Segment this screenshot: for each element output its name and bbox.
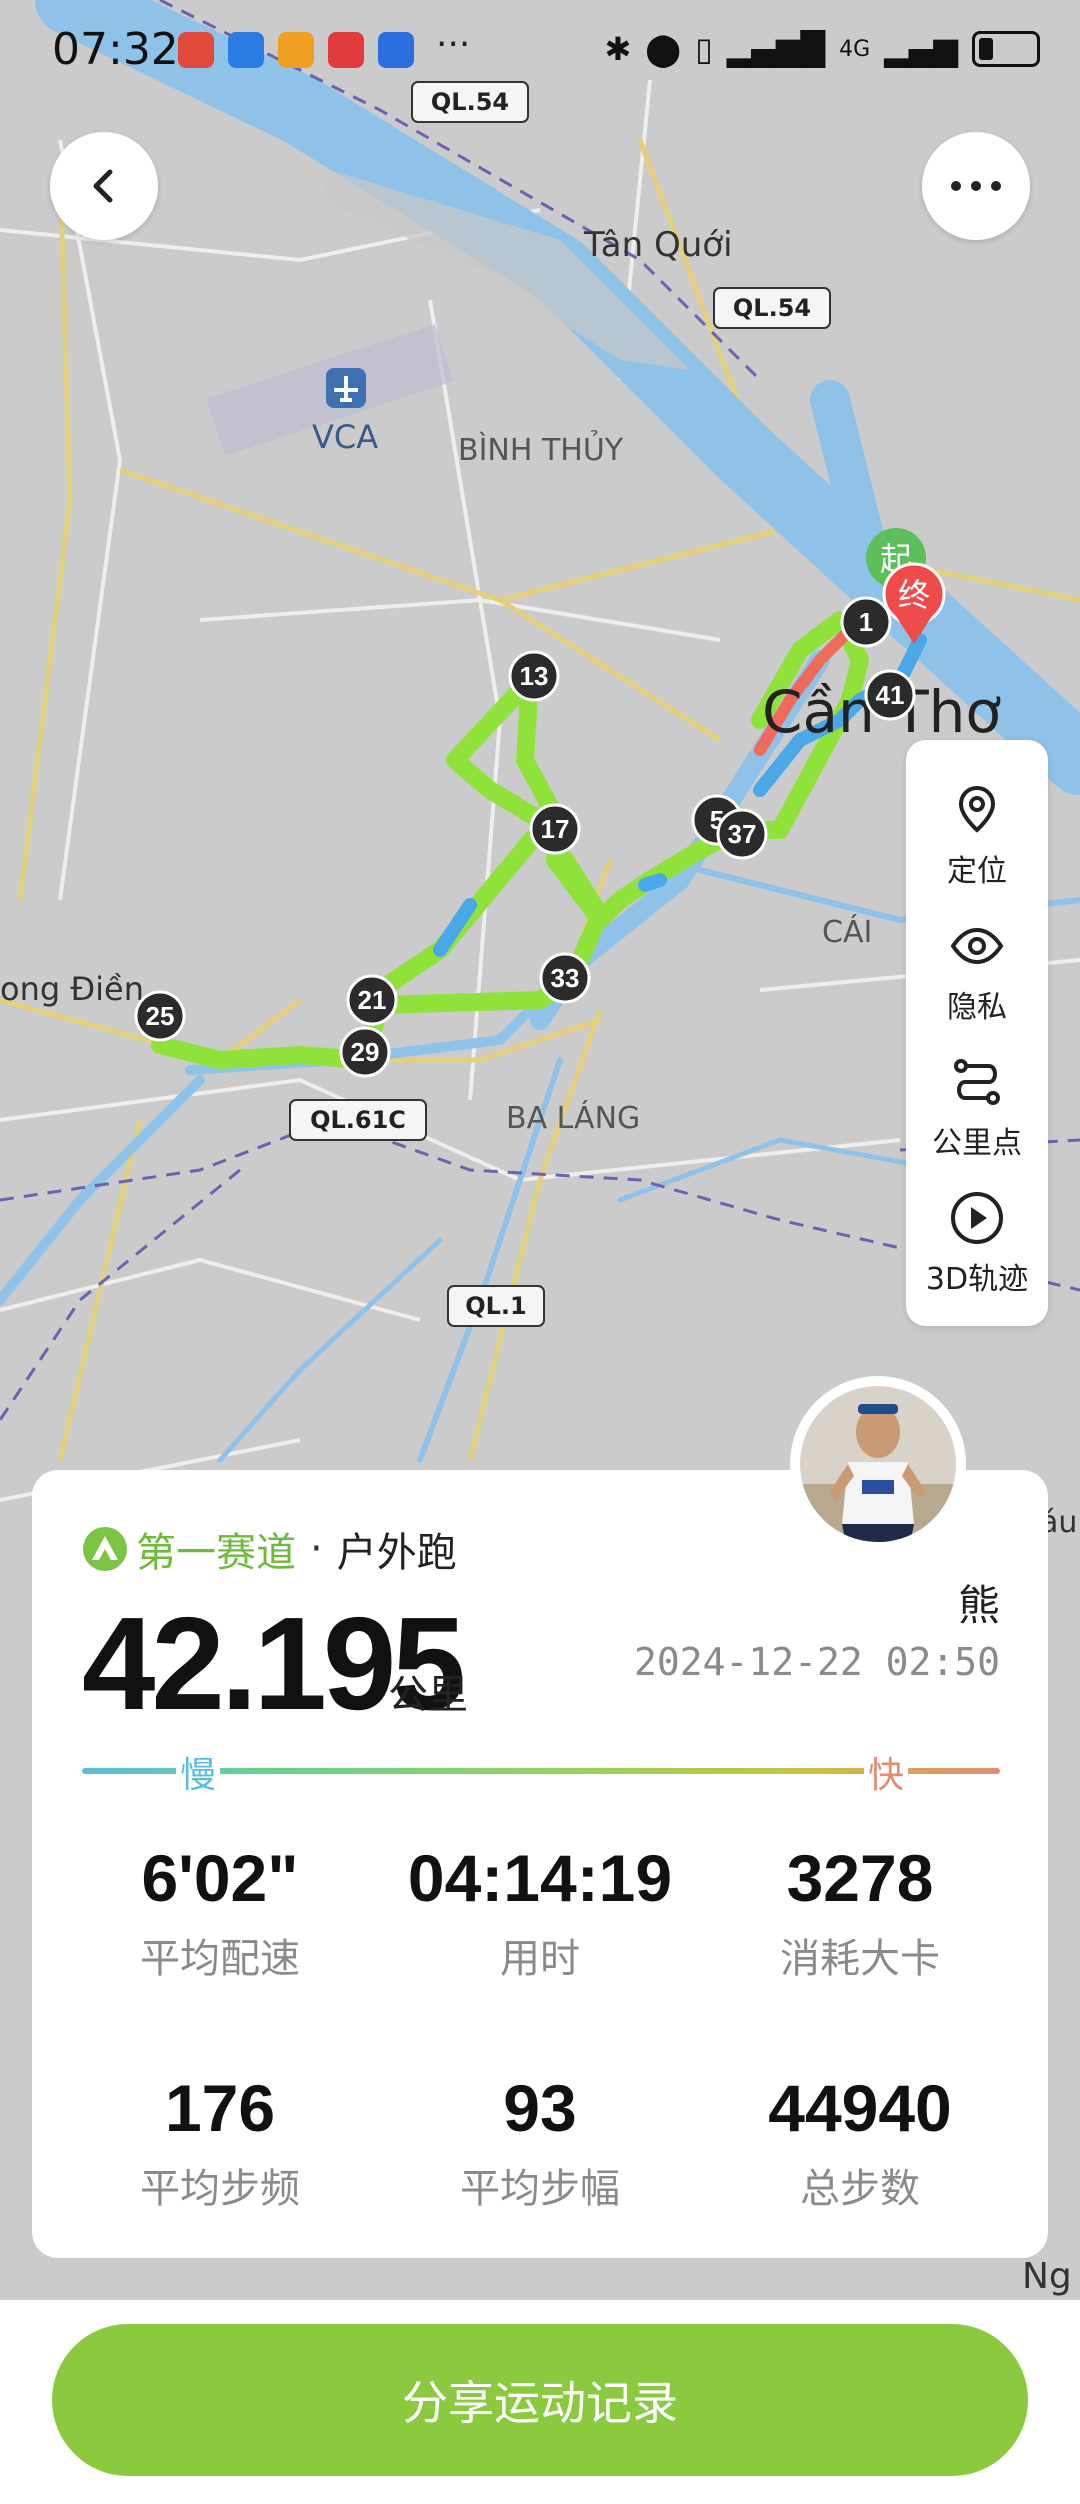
vibrate-icon: ▯ [695, 30, 713, 68]
stat-label: 总步数 [800, 2166, 920, 2212]
svg-text:21: 21 [358, 985, 387, 1015]
stat-stride: 93 平均步幅 [370, 2070, 710, 2214]
airport-icon [326, 368, 366, 408]
km-marker-37: 37 [716, 808, 768, 860]
km-marker-33: 33 [539, 952, 591, 1004]
svg-text:33: 33 [551, 963, 580, 993]
battery-icon [972, 31, 1040, 67]
location-pin-icon [958, 785, 996, 833]
stat-label: 平均步幅 [460, 2166, 620, 2212]
svg-text:29: 29 [351, 1037, 380, 1067]
track-3d-button[interactable]: 3D轨迹 [906, 1190, 1048, 1298]
location-icon: ⬤ [645, 30, 682, 68]
brand-row: 第一赛道 · 户外跑 [80, 1520, 457, 1578]
km-points-label: 公里点 [932, 1126, 1022, 1161]
share-record-button[interactable]: 分享运动记录 [52, 2324, 1028, 2476]
summary-card: 第一赛道 · 户外跑 42.195 公里 熊 2024-12-22 02:50 … [32, 1470, 1048, 2258]
bluetooth-icon: ✱ [604, 30, 632, 68]
stat-value: 176 [164, 2071, 276, 2145]
status-time: 07:32 [52, 24, 179, 75]
activity-datetime: 2024-12-22 02:50 [633, 1640, 1000, 1684]
road-label-ql1: QL.1 [465, 1292, 527, 1320]
place-label-ong-dien: ong Điền [0, 970, 144, 1008]
status-right: ✱ ⬤ ▯ ▂▄▆█ 4G ▂▄▆ [604, 30, 1040, 68]
user-name: 熊 [957, 1581, 1000, 1630]
back-button[interactable] [50, 132, 158, 240]
svg-text:41: 41 [876, 680, 905, 710]
km-marker-29: 29 [339, 1026, 391, 1078]
play-icon [951, 1192, 1003, 1244]
stat-calories: 3278 消耗大卡 [690, 1840, 1030, 1984]
svg-text:13: 13 [520, 661, 549, 691]
network-type: 4G [839, 36, 871, 62]
svg-text:37: 37 [728, 819, 757, 849]
app-icon-3 [278, 32, 314, 68]
svg-text:终: 终 [898, 576, 930, 614]
app-icon-2 [228, 32, 264, 68]
brand-separator: · [310, 1526, 323, 1572]
stat-value: 04:14:19 [407, 1841, 673, 1915]
more-dots-icon [951, 181, 1001, 191]
activity-type: 户外跑 [336, 1530, 457, 1576]
route-points-icon [954, 1059, 1000, 1105]
stat-duration: 04:14:19 用时 [370, 1840, 710, 1984]
stat-value: 44940 [768, 2071, 952, 2145]
place-label-edge-bottom: Ng [1022, 2256, 1072, 2297]
more-notifications-icon: ··· [436, 24, 471, 65]
app-icon-4 [328, 32, 364, 68]
km-points-button[interactable]: 公里点 [906, 1054, 1048, 1162]
locate-button[interactable]: 定位 [906, 782, 1048, 890]
stat-label: 消耗大卡 [780, 1936, 940, 1982]
pace-fast-label: 快 [864, 1746, 909, 1798]
km-marker-1: 1 [840, 596, 892, 648]
place-label-vca: VCA [312, 418, 378, 456]
avatar[interactable] [790, 1376, 966, 1552]
track-3d-label: 3D轨迹 [925, 1262, 1029, 1297]
brand-name: 第一赛道 [136, 1530, 296, 1576]
locate-label: 定位 [947, 854, 1007, 889]
place-label-binh-thuy: BÌNH THỦY [458, 428, 624, 468]
stat-cadence: 176 平均步频 [50, 2070, 390, 2214]
place-label-cai: CÁI [822, 914, 872, 950]
map-toolbar: 定位 隐私 公里点 3D轨迹 [906, 740, 1048, 1326]
stat-value: 3278 [786, 1841, 934, 1915]
place-label-tan-quoi: Tân Quới [583, 225, 733, 265]
chevron-left-icon [93, 169, 113, 203]
signal-icon-2: ▂▄▆ [884, 30, 958, 68]
stat-value: 93 [503, 2071, 577, 2145]
user-photo [800, 1386, 956, 1542]
svg-text:25: 25 [146, 1001, 175, 1031]
stat-label: 平均步频 [140, 2166, 300, 2212]
app-icon-5 [378, 32, 414, 68]
privacy-label: 隐私 [947, 990, 1007, 1025]
pace-slow-label: 慢 [176, 1746, 221, 1798]
stat-avg-pace: 6'02" 平均配速 [50, 1840, 390, 1984]
km-marker-25: 25 [134, 990, 186, 1042]
distance-unit: 公里 [388, 1672, 468, 1718]
road-label-ql61c: QL.61C [310, 1106, 406, 1134]
more-options-button[interactable] [922, 132, 1030, 240]
stat-label: 平均配速 [140, 1936, 300, 1982]
notification-icons [178, 32, 414, 68]
privacy-button[interactable]: 隐私 [906, 918, 1048, 1026]
signal-icon: ▂▄▆█ [726, 30, 826, 68]
stat-value: 6'02" [141, 1841, 299, 1915]
road-label-ql54-mid: QL.54 [733, 294, 811, 322]
app-icon-1 [178, 32, 214, 68]
svg-text:17: 17 [541, 814, 570, 844]
brand-logo-icon [83, 1527, 127, 1571]
km-marker-41: 41 [864, 669, 916, 721]
stat-label: 用时 [500, 1936, 580, 1982]
stat-total-steps: 44940 总步数 [690, 2070, 1030, 2214]
place-label-ba-lang: BA LÁNG [506, 1100, 640, 1136]
km-marker-13: 13 [508, 650, 560, 702]
svg-text:1: 1 [859, 607, 873, 637]
km-marker-17: 17 [529, 803, 581, 855]
status-bar: 07:32 ··· ✱ ⬤ ▯ ▂▄▆█ 4G ▂▄▆ [0, 0, 1080, 100]
eye-icon [950, 927, 1004, 965]
km-marker-21: 21 [346, 974, 398, 1026]
